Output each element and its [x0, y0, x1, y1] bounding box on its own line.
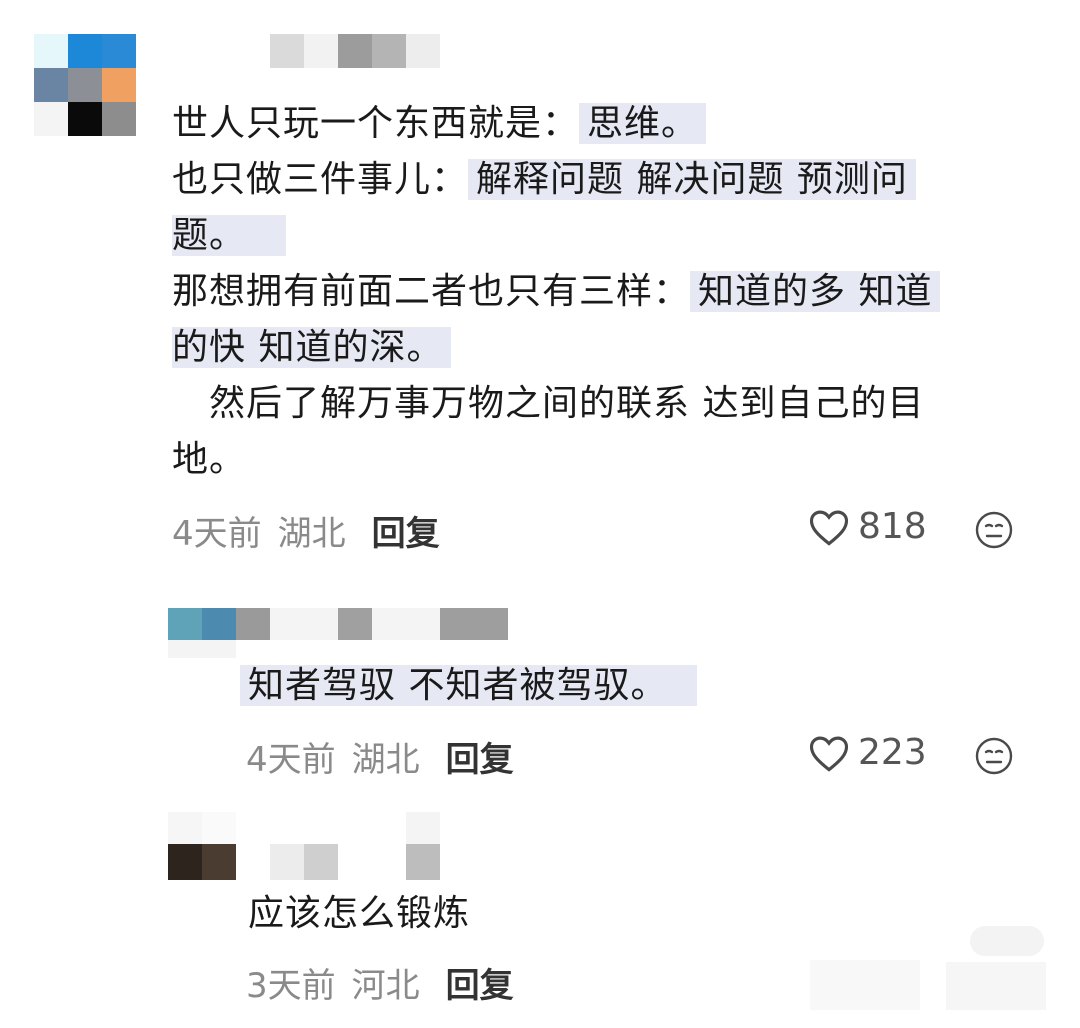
reply-button[interactable]: 回复 [446, 966, 514, 1006]
like-count: 223 [858, 732, 927, 773]
line: 那想拥有前面二者也只有三样： 知道的多 知道 [172, 264, 1052, 320]
comment-body-1: 世人只玩一个东西就是： 思维。 也只做三件事儿： 解释问题 解决问题 预测问 题。 … [172, 96, 1052, 488]
line: 地。 [172, 432, 1052, 488]
username-3[interactable] [236, 812, 476, 880]
location: 河北 [351, 966, 420, 1006]
meta-3: 3天前 河北 回复 [246, 958, 514, 1007]
avatar-3[interactable] [168, 812, 236, 880]
line: 题。 [172, 208, 1052, 264]
avatar-2[interactable] [168, 608, 236, 658]
timestamp: 3天前 [246, 966, 336, 1006]
line: 也只做三件事儿： 解释问题 解决问题 预测问 [172, 152, 1052, 208]
highlight: 解释问题 解决问题 预测问 [468, 159, 916, 200]
timestamp: 4天前 [172, 514, 262, 554]
location: 湖北 [277, 514, 346, 554]
reply-button[interactable]: 回复 [372, 514, 440, 554]
heart-outline-icon [809, 736, 849, 772]
heart-outline-icon [809, 510, 849, 546]
like-button-2[interactable]: 223 [808, 732, 927, 773]
comment-body-3: 应该怎么锻炼 [248, 886, 470, 942]
line: 知者驾驭 不知者被驾驭。 [240, 658, 698, 714]
meta-1: 4天前 湖北 回复 [172, 506, 440, 555]
like-button-1[interactable]: 818 [808, 506, 927, 547]
text: 然后了解万事万物之间的联系 达到自己的目 [172, 383, 925, 424]
text: 那想拥有前面二者也只有三样： [172, 271, 691, 312]
like-count: 818 [858, 506, 927, 547]
highlight: 的快 知道的深。 [172, 327, 452, 368]
line: 世人只玩一个东西就是： 思维。 [172, 96, 1052, 152]
line: 的快 知道的深。 [172, 320, 1052, 376]
reply-button[interactable]: 回复 [446, 740, 514, 780]
comment-body-2: 知者驾驭 不知者被驾驭。 [240, 658, 698, 714]
meta-2: 4天前 湖北 回复 [246, 732, 514, 781]
text: 世人只玩一个东西就是： [172, 103, 580, 144]
timestamp: 4天前 [246, 740, 336, 780]
location: 湖北 [351, 740, 420, 780]
neutral-face-icon[interactable] [974, 510, 1014, 550]
username-2[interactable] [236, 608, 536, 640]
line: 应该怎么锻炼 [248, 886, 470, 942]
username-1[interactable] [172, 34, 472, 68]
text: 也只做三件事儿： [172, 159, 469, 200]
highlight: 知道的多 知道 [690, 271, 941, 312]
react-button-3[interactable] [946, 962, 1046, 1010]
highlight: 思维。 [579, 103, 707, 144]
like-button-3[interactable] [810, 960, 920, 1010]
text: 地。 [172, 439, 247, 480]
highlight: 题。 [172, 215, 287, 256]
line: 然后了解万事万物之间的联系 达到自己的目 [172, 376, 1052, 432]
watermark [970, 926, 1044, 956]
avatar-1[interactable] [34, 34, 136, 136]
neutral-face-icon[interactable] [974, 736, 1014, 776]
text: 应该怎么锻炼 [248, 893, 471, 934]
highlight: 知者驾驭 不知者被驾驭。 [240, 665, 698, 706]
